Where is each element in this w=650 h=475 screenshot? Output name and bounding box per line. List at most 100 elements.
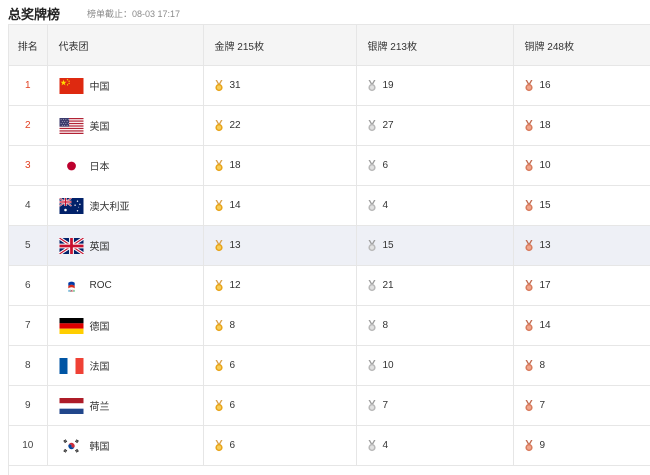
gold-cell: 6 (203, 425, 357, 466)
table-row-highlighted[interactable]: 5 英国 13 15 13 (9, 225, 650, 266)
medal-table: 排名 代表团 金牌 215枚 银牌 213枚 铜牌 248枚 1 中国 31 1… (9, 25, 650, 466)
netherlands-flag-icon (59, 398, 84, 414)
column-header-team: 代表团 (47, 25, 204, 66)
silver-medal-icon (367, 120, 377, 132)
bronze-count: 9 (539, 440, 546, 451)
silver-count: 4 (382, 440, 389, 451)
gold-count: 12 (229, 280, 241, 291)
column-header-rank: 排名 (9, 25, 48, 66)
silver-medal-icon (367, 200, 377, 212)
column-header-gold: 金牌 215枚 (203, 25, 357, 66)
gold-medal-icon (214, 200, 224, 212)
silver-count: 21 (382, 280, 394, 291)
country-name[interactable]: 日本 (90, 158, 110, 173)
silver-cell: 8 (356, 305, 514, 346)
gold-cell: 8 (203, 305, 357, 346)
bronze-cell: 9 (513, 425, 650, 466)
gold-count: 8 (229, 320, 236, 331)
silver-cell: 4 (356, 185, 514, 226)
bronze-count: 13 (539, 240, 551, 251)
silver-cell: 21 (356, 265, 514, 306)
gold-cell: 14 (203, 185, 357, 226)
country-cell: ROC (47, 265, 204, 306)
gold-medal-icon (214, 440, 224, 452)
bronze-medal-icon (524, 280, 534, 292)
silver-count: 15 (382, 240, 394, 251)
bronze-count: 17 (539, 280, 551, 291)
silver-medal-icon (367, 360, 377, 372)
gold-count: 6 (229, 360, 236, 371)
country-name[interactable]: 美国 (90, 118, 110, 133)
country-name[interactable]: 澳大利亚 (90, 198, 130, 213)
silver-count: 27 (382, 120, 394, 131)
silver-cell: 15 (356, 225, 514, 266)
country-cell: 中国 (47, 65, 204, 106)
table-row[interactable]: 10 韩国 6 4 9 (9, 425, 650, 466)
table-row[interactable]: 8 法国 6 10 8 (9, 345, 650, 386)
rank-cell: 6 (9, 265, 48, 306)
korea-flag-icon (59, 438, 84, 454)
country-name[interactable]: 法国 (90, 358, 110, 373)
rank-cell: 10 (9, 425, 48, 466)
country-name[interactable]: 德国 (90, 318, 110, 333)
silver-cell: 10 (356, 345, 514, 386)
update-timestamp: 榜单截止：08-03 17:17 (87, 9, 181, 19)
table-row[interactable]: 4 澳大利亚 14 4 15 (9, 185, 650, 226)
silver-count: 6 (382, 160, 389, 171)
france-flag-icon (59, 358, 84, 374)
gold-medal-icon (214, 400, 224, 412)
gold-count: 6 (229, 440, 236, 451)
gold-cell: 22 (203, 105, 357, 146)
bronze-cell: 14 (513, 305, 650, 346)
country-name[interactable]: 韩国 (90, 438, 110, 453)
germany-flag-icon (59, 318, 84, 334)
bronze-count: 7 (539, 400, 546, 411)
table-row[interactable]: 9 荷兰 6 7 7 (9, 385, 650, 426)
bronze-count: 14 (539, 320, 551, 331)
table-row[interactable]: 6 ROC 12 21 17 (9, 265, 650, 306)
column-header-bronze: 铜牌 248枚 (513, 25, 650, 66)
bronze-cell: 13 (513, 225, 650, 266)
rank-cell: 7 (9, 305, 48, 346)
silver-medal-icon (367, 240, 377, 252)
silver-cell: 7 (356, 385, 514, 426)
bronze-medal-icon (524, 400, 534, 412)
table-row[interactable]: 1 中国 31 19 16 (9, 65, 650, 106)
japan-flag-icon (59, 158, 84, 174)
table-row[interactable]: 2 美国 22 27 18 (9, 105, 650, 146)
bronze-medal-icon (524, 160, 534, 172)
silver-medal-icon (367, 320, 377, 332)
bronze-medal-icon (524, 240, 534, 252)
country-name[interactable]: ROC (90, 280, 112, 291)
country-name[interactable]: 中国 (90, 78, 110, 93)
bronze-count: 16 (539, 80, 551, 91)
bronze-medal-icon (524, 120, 534, 132)
rank-cell: 1 (9, 65, 48, 106)
country-cell: 韩国 (47, 425, 204, 466)
gold-cell: 18 (203, 145, 357, 186)
medal-table-panel: 排名 代表团 金牌 215枚 银牌 213枚 铜牌 248枚 1 中国 31 1… (8, 24, 650, 475)
column-header-silver: 银牌 213枚 (356, 25, 514, 66)
gold-count: 22 (229, 120, 241, 131)
gold-medal-icon (214, 160, 224, 172)
bronze-cell: 18 (513, 105, 650, 146)
country-name[interactable]: 荷兰 (90, 398, 110, 413)
country-cell: 日本 (47, 145, 204, 186)
silver-medal-icon (367, 160, 377, 172)
bronze-cell: 15 (513, 185, 650, 226)
bronze-medal-icon (524, 440, 534, 452)
silver-count: 8 (382, 320, 389, 331)
usa-flag-icon (59, 118, 84, 134)
rank-cell: 8 (9, 345, 48, 386)
country-name[interactable]: 英国 (90, 238, 110, 253)
gold-cell: 6 (203, 345, 357, 386)
gold-medal-icon (214, 360, 224, 372)
table-row[interactable]: 3 日本 18 6 10 (9, 145, 650, 186)
gold-count: 18 (229, 160, 241, 171)
gold-cell: 13 (203, 225, 357, 266)
silver-cell: 19 (356, 65, 514, 106)
silver-count: 10 (382, 360, 394, 371)
gold-count: 13 (229, 240, 241, 251)
china-flag-icon (59, 78, 84, 94)
table-row[interactable]: 7 德国 8 8 14 (9, 305, 650, 346)
